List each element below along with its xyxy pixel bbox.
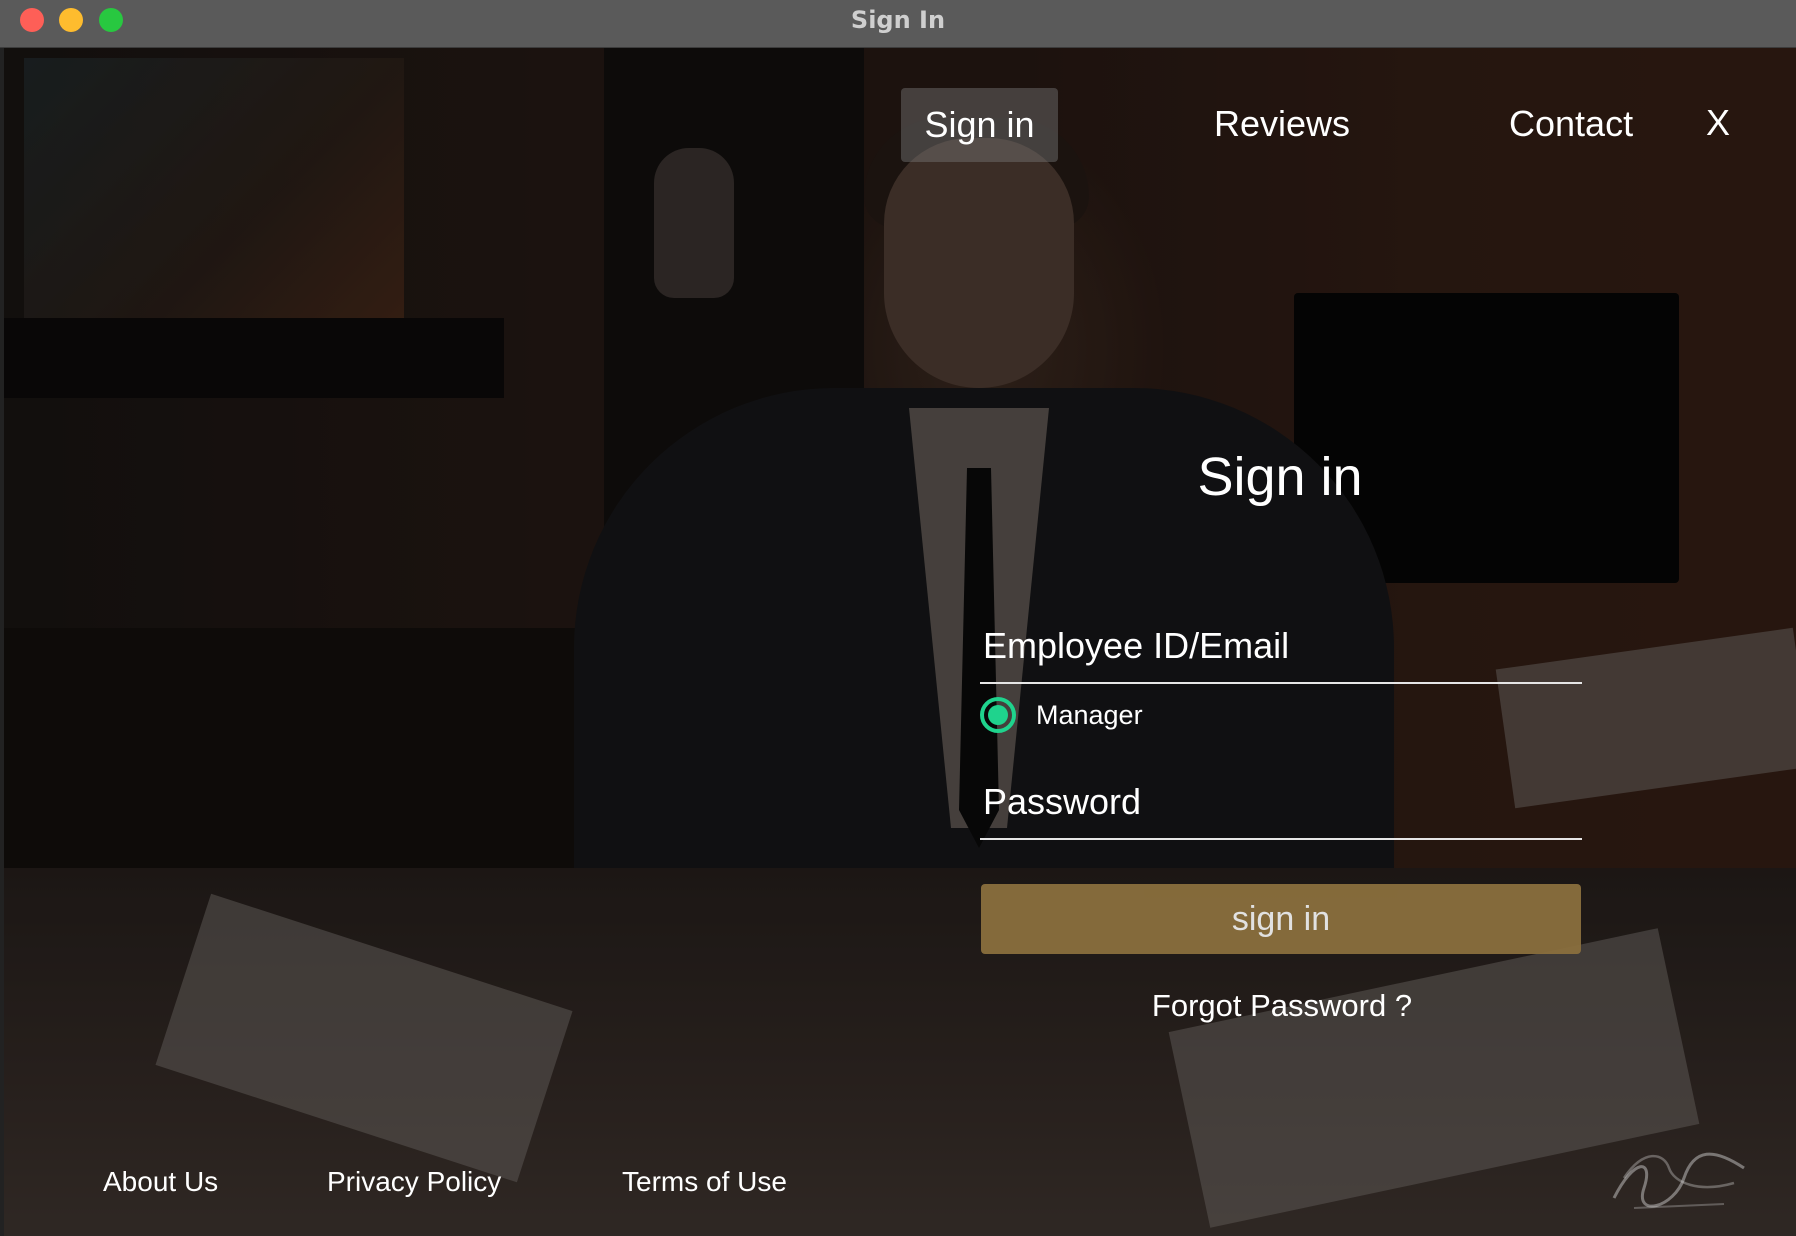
title-bar[interactable]: Sign In	[0, 0, 1796, 48]
manager-radio-label: Manager	[1036, 699, 1143, 730]
form-title: Sign in	[1197, 447, 1363, 507]
footer-terms-of-use-link[interactable]: Terms of Use	[622, 1166, 787, 1198]
nav-contact-link[interactable]: Contact	[1509, 103, 1633, 145]
sign-in-button[interactable]: sign in	[981, 884, 1581, 954]
radio-selected-icon[interactable]	[980, 697, 1016, 733]
app-window: Sign In Sign in Reviews Contact X Sign i…	[0, 0, 1796, 1236]
signature-logo	[1612, 1152, 1745, 1209]
nav-sign-in-tab[interactable]: Sign in	[901, 88, 1058, 162]
password-input[interactable]	[983, 774, 1573, 830]
nav-sign-in-label: Sign in	[924, 104, 1035, 145]
close-x-icon[interactable]: X	[1706, 102, 1730, 144]
footer-about-us-link[interactable]: About Us	[103, 1166, 218, 1198]
footer-privacy-policy-link[interactable]: Privacy Policy	[327, 1166, 501, 1198]
password-field	[980, 768, 1582, 840]
manager-radio-option[interactable]: Manager	[980, 697, 1143, 733]
email-input[interactable]	[983, 618, 1573, 674]
nav-reviews-link[interactable]: Reviews	[1214, 103, 1350, 145]
radio-dot	[988, 705, 1008, 725]
email-field	[980, 612, 1582, 684]
forgot-password-link[interactable]: Forgot Password ?	[1100, 988, 1464, 1024]
window-title: Sign In	[850, 6, 946, 34]
